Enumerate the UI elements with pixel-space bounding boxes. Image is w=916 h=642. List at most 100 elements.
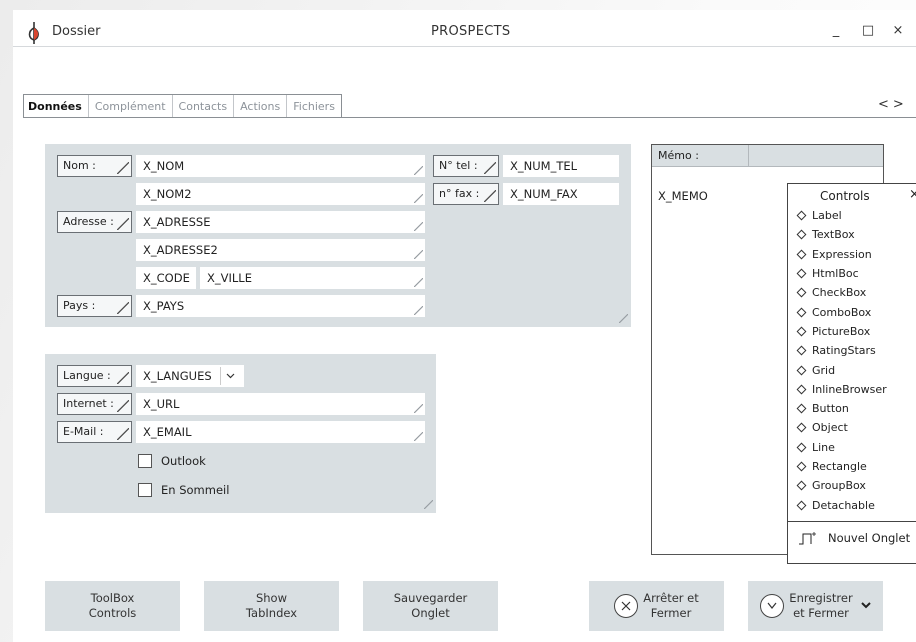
control-item-label: RatingStars [812, 344, 876, 358]
control-item-label[interactable]: Label [788, 206, 916, 225]
email-field[interactable]: X_EMAIL [136, 421, 425, 443]
diamond-icon [796, 307, 807, 318]
toolbox-controls-button[interactable]: ToolBox Controls [45, 581, 180, 631]
show-line2: TabIndex [245, 606, 298, 620]
diamond-icon [796, 210, 807, 221]
adresse-field[interactable]: X_ADRESSE [136, 211, 425, 233]
control-item-expression[interactable]: Expression [788, 245, 916, 264]
control-item-picturebox[interactable]: PictureBox [788, 322, 916, 341]
outlook-label: Outlook [161, 454, 206, 468]
memo-header-divider [748, 145, 749, 167]
minimize-button[interactable]: _ [828, 22, 844, 38]
maximize-button[interactable]: □ [860, 22, 876, 38]
nom2-field[interactable]: X_NOM2 [136, 183, 425, 205]
diamond-icon [796, 345, 807, 356]
diamond-icon [796, 384, 807, 395]
control-item-inlinebrowser[interactable]: InlineBrowser [788, 380, 916, 399]
pays-field[interactable]: X_PAYS [136, 295, 425, 317]
email-label: E-Mail : [57, 421, 132, 443]
new-tab-icon [799, 532, 816, 545]
control-item-label: Grid [812, 363, 836, 377]
control-item-label: HtmlBoc [812, 267, 859, 281]
stop-close-button[interactable]: Arrêter et Fermer [589, 581, 724, 631]
tab-complement[interactable]: Complément [87, 95, 172, 118]
controls-divider [788, 521, 916, 522]
diamond-icon [796, 249, 807, 260]
tab-underline [23, 117, 916, 118]
new-tab-item[interactable]: Nouvel Onglet [798, 530, 910, 546]
memo-value[interactable]: X_MEMO [658, 189, 708, 203]
control-item-combobox[interactable]: ComboBox [788, 302, 916, 321]
cancel-icon [614, 594, 639, 618]
diamond-icon [796, 422, 807, 433]
tab-actions[interactable]: Actions [233, 95, 286, 118]
tab-nav: <> [878, 97, 908, 112]
url-field[interactable]: X_URL [136, 393, 425, 415]
control-item-button[interactable]: Button [788, 399, 916, 418]
diamond-icon [796, 461, 807, 472]
langue-label: Langue : [57, 365, 132, 387]
tab-prev-button[interactable]: < [878, 97, 893, 112]
adresse2-field[interactable]: X_ADRESSE2 [136, 239, 425, 261]
control-item-groupbox[interactable]: GroupBox [788, 476, 916, 495]
address-panel-resize-grip[interactable] [619, 314, 628, 323]
control-item-label: Object [812, 421, 848, 435]
show-tabindex-button[interactable]: Show TabIndex [204, 581, 339, 631]
dropdown-chevron-icon[interactable] [860, 599, 871, 614]
diamond-icon [796, 326, 807, 337]
save-tab-button[interactable]: Sauvegarder Onglet [363, 581, 498, 631]
control-item-label: GroupBox [812, 479, 866, 493]
outlook-checkbox[interactable] [138, 454, 152, 468]
control-item-rectangle[interactable]: Rectangle [788, 457, 916, 476]
diamond-icon [796, 442, 807, 453]
control-item-label: TextBox [812, 228, 855, 242]
new-tab-label: Nouvel Onglet [828, 531, 911, 545]
control-item-label: Detachable [812, 498, 875, 512]
window-title: PROSPECTS [431, 24, 511, 39]
diamond-icon [796, 480, 807, 491]
save-close-line2: et Fermer [793, 606, 849, 620]
control-item-ratingstars[interactable]: RatingStars [788, 341, 916, 360]
app-logo-icon [28, 22, 39, 44]
fax-field[interactable]: X_NUM_FAX [503, 183, 619, 205]
control-item-detachable[interactable]: Detachable [788, 495, 916, 514]
control-item-label: Rectangle [812, 460, 867, 473]
tel-field[interactable]: X_NUM_TEL [503, 155, 619, 177]
langue-select[interactable]: X_LANGUES [136, 365, 244, 387]
contact-panel-resize-grip[interactable] [424, 500, 433, 509]
save-tab-line2: Onglet [411, 606, 450, 620]
control-item-label: InlineBrowser [812, 382, 887, 396]
control-item-textbox[interactable]: TextBox [788, 225, 916, 244]
sommeil-checkbox[interactable] [138, 483, 152, 497]
diamond-icon [796, 403, 807, 414]
control-item-line[interactable]: Line [788, 438, 916, 457]
tab-contacts[interactable]: Contacts [171, 95, 234, 118]
control-item-grid[interactable]: Grid [788, 360, 916, 379]
memo-label: Mémo : [658, 149, 699, 162]
control-item-object[interactable]: Object [788, 418, 916, 437]
ville-field[interactable]: X_VILLE [200, 267, 425, 289]
controls-title: Controls [820, 189, 870, 203]
nom-label: Nom : [57, 155, 132, 177]
control-item-checkbox[interactable]: CheckBox [788, 283, 916, 302]
tab-next-button[interactable]: > [893, 97, 908, 112]
control-item-label: Label [812, 209, 842, 223]
close-button[interactable]: × [890, 22, 906, 38]
toolbox-line1: ToolBox [90, 591, 135, 605]
controls-close-button[interactable]: × [909, 187, 916, 202]
toolbox-line2: Controls [88, 606, 137, 620]
tab-donnees[interactable]: Données [24, 95, 88, 118]
control-item-label: ComboBox [812, 305, 872, 319]
code-field[interactable]: X_CODE [136, 267, 196, 289]
diamond-icon [796, 229, 807, 240]
diamond-icon [796, 500, 807, 511]
save-close-button[interactable]: Enregistrer et Fermer [748, 581, 883, 631]
nom-field[interactable]: X_NOM [136, 155, 425, 177]
control-item-htmlboc[interactable]: HtmlBoc [788, 264, 916, 283]
sommeil-label: En Sommeil [161, 483, 230, 497]
control-item-label: CheckBox [812, 286, 867, 300]
chevron-down-icon[interactable] [220, 367, 240, 385]
diamond-icon [796, 365, 807, 375]
diamond-icon [796, 287, 807, 298]
tab-fichiers[interactable]: Fichiers [286, 95, 341, 118]
